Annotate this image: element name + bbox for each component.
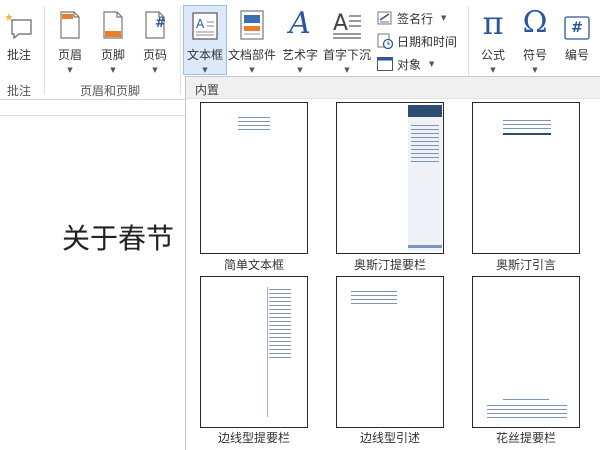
gallery-item-austin-sidebar[interactable] bbox=[336, 102, 444, 254]
symbol-icon: Ω bbox=[522, 5, 548, 40]
dropcap-button[interactable]: A 首字下沉 ▼ bbox=[322, 6, 372, 74]
number-button[interactable]: # 编号 bbox=[558, 6, 596, 74]
gallery-item-filigree-sidebar[interactable] bbox=[472, 276, 580, 428]
chevron-down-icon: ▼ bbox=[249, 66, 255, 74]
svg-text:A: A bbox=[196, 17, 205, 31]
chevron-down-icon: ▼ bbox=[344, 66, 350, 74]
sample-text-lines bbox=[487, 405, 567, 419]
gallery-section-title: 内置 bbox=[186, 77, 600, 99]
group-separator bbox=[180, 6, 181, 94]
group-label-header-footer: 页眉和页脚 bbox=[80, 84, 141, 98]
chevron-down-icon: ▼ bbox=[490, 66, 496, 74]
chevron-down-icon: ▼ bbox=[110, 66, 116, 74]
footer-button[interactable]: 页脚 ▼ bbox=[95, 6, 131, 74]
sample-quote-rule bbox=[503, 133, 551, 135]
sample-text-lines bbox=[503, 120, 551, 132]
sample-ornament-rule bbox=[503, 399, 549, 400]
gallery-item-simple-textbox[interactable] bbox=[200, 102, 308, 254]
page-number-button[interactable]: # 页码 ▼ bbox=[137, 6, 173, 74]
gallery-item-edge-quote[interactable] bbox=[336, 276, 444, 428]
wordart-button[interactable]: A 艺术字 ▼ bbox=[280, 6, 320, 75]
wordart-icon: A bbox=[289, 6, 311, 41]
comment-icon bbox=[5, 6, 33, 40]
quick-parts-button[interactable]: 文档部件 ▼ bbox=[228, 6, 276, 74]
sample-text-lines bbox=[351, 291, 397, 307]
datetime-icon bbox=[376, 33, 394, 49]
signature-line-button[interactable]: 签名行 ▼ bbox=[376, 7, 446, 29]
sample-sidebar-header bbox=[408, 105, 442, 117]
gallery-item-edge-sidebar[interactable] bbox=[200, 276, 308, 428]
sample-text-lines bbox=[238, 117, 270, 133]
equation-icon: π bbox=[482, 4, 504, 42]
object-icon bbox=[376, 56, 394, 72]
sample-text-lines bbox=[411, 125, 439, 165]
equation-button[interactable]: π 公式 ▼ bbox=[474, 6, 512, 74]
gallery-item-label: 奥斯汀引言 bbox=[495, 258, 556, 272]
footer-icon bbox=[102, 6, 124, 40]
signature-icon bbox=[376, 10, 394, 26]
gallery-item-austin-quote[interactable] bbox=[472, 102, 580, 254]
sample-edge-rule bbox=[267, 287, 268, 417]
sample-sidebar-footer bbox=[408, 245, 442, 248]
datetime-button[interactable]: 日期和时间 bbox=[376, 30, 457, 52]
gallery-item-label: 花丝提要栏 bbox=[495, 431, 556, 445]
chevron-down-icon: ▼ bbox=[441, 14, 447, 22]
textbox-button[interactable]: A 文本框 ▼ bbox=[183, 5, 227, 75]
quick-parts-icon bbox=[240, 6, 264, 40]
symbol-button[interactable]: Ω 符号 ▼ bbox=[516, 5, 554, 75]
sample-text-lines bbox=[269, 289, 291, 359]
number-icon: # bbox=[564, 6, 590, 40]
comment-button[interactable]: 批注 bbox=[2, 6, 36, 74]
chevron-down-icon: ▼ bbox=[67, 66, 73, 74]
document-heading[interactable]: 关于春节 bbox=[62, 217, 174, 257]
chevron-down-icon: ▼ bbox=[532, 66, 538, 74]
chevron-down-icon: ▼ bbox=[202, 66, 208, 74]
page-number-icon: # bbox=[144, 6, 166, 40]
gallery-item-label: 简单文本框 bbox=[223, 258, 284, 272]
gallery-item-label: 边线型提要栏 bbox=[217, 431, 290, 445]
group-label-comments: 批注 bbox=[7, 84, 32, 98]
header-icon bbox=[59, 6, 81, 40]
chevron-down-icon: ▼ bbox=[297, 66, 303, 74]
chevron-down-icon: ▼ bbox=[429, 60, 435, 68]
gallery-item-label: 边线型引述 bbox=[359, 431, 420, 445]
svg-text:A: A bbox=[333, 11, 348, 36]
chevron-down-icon: ▼ bbox=[152, 66, 158, 74]
page-edge-line bbox=[0, 115, 186, 116]
textbox-gallery: 内置 简单文本框 奥斯汀提要栏 奥斯汀引言 边线型提要栏 边线型引述 花丝提要栏 bbox=[185, 76, 600, 450]
header-button[interactable]: 页眉 ▼ bbox=[52, 6, 88, 74]
gallery-item-label: 奥斯汀提要栏 bbox=[353, 258, 426, 272]
object-button[interactable]: 对象 ▼ bbox=[376, 53, 434, 75]
group-separator bbox=[44, 6, 45, 94]
textbox-icon: A bbox=[192, 6, 218, 40]
dropcap-icon: A bbox=[332, 6, 362, 40]
